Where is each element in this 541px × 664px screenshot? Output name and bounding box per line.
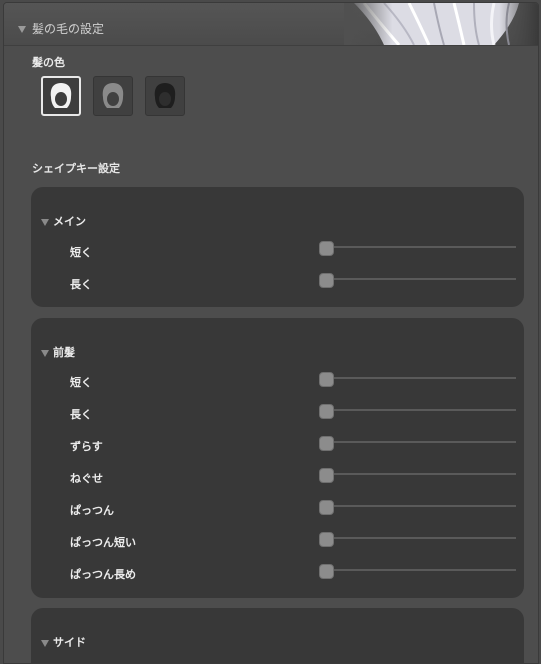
slider-track[interactable] [326,505,516,507]
slider-track[interactable] [326,569,516,571]
panel-title-text: サイド [53,636,86,649]
slider-label: ねぐせ [70,472,103,485]
slider-label: 短く [70,376,92,389]
slider-label: ぱっつん長め [70,568,136,581]
shape-key-panel-bangs: 前髪 短く 長く ずらす ねぐせ ぱっつん ぱっつん短い ぱっつん長め [31,318,524,598]
slider-handle[interactable] [319,273,334,288]
section-title-text: 髪の毛の設定 [32,22,105,36]
hair-color-swatch-gray[interactable] [93,76,133,116]
slider-label: ぱっつん [70,504,114,517]
panel-title-side[interactable]: サイド [41,634,86,650]
slider-handle[interactable] [319,372,334,387]
slider-label: 短く [70,246,92,259]
slider-track[interactable] [326,473,516,475]
hair-black-icon [154,83,176,108]
hair-color-swatch-black[interactable] [145,76,185,116]
hair-preview-image [344,3,538,45]
panel-title-text: メイン [53,215,86,228]
hair-white-icon [50,83,72,108]
slider-handle[interactable] [319,436,334,451]
slider-label: ぱっつん短い [70,536,136,549]
slider-track[interactable] [326,537,516,539]
hair-color-swatch-white[interactable] [41,76,81,116]
panel-title-text: 前髪 [53,346,75,359]
collapse-triangle-icon [41,639,49,647]
slider-handle[interactable] [319,500,334,515]
section-header-title[interactable]: 髪の毛の設定 [18,20,104,37]
panel-title-bangs[interactable]: 前髪 [41,344,75,360]
slider-track[interactable] [326,409,516,411]
shape-key-panel-main: メイン 短く 長く [31,187,524,307]
shape-key-settings-label: シェイプキー設定 [32,162,120,175]
slider-label: 長く [70,278,92,291]
slider-handle[interactable] [319,404,334,419]
slider-handle[interactable] [319,241,334,256]
section-header[interactable]: 髪の毛の設定 [4,3,538,46]
slider-track[interactable] [326,441,516,443]
hair-settings-window: 髪の毛の設定 髪の色 シェイプキー設定 メイン 短く 長く 前髪 短く 長く ず… [3,2,539,664]
slider-handle[interactable] [319,564,334,579]
slider-label: ずらす [70,440,103,453]
slider-handle[interactable] [319,468,334,483]
slider-track[interactable] [326,377,516,379]
hair-color-label: 髪の色 [32,56,65,69]
slider-handle[interactable] [319,532,334,547]
slider-label: 長く [70,408,92,421]
slider-track[interactable] [326,246,516,248]
slider-track[interactable] [326,278,516,280]
collapse-triangle-icon [18,26,26,33]
panel-title-main[interactable]: メイン [41,213,86,229]
hair-gray-icon [102,83,124,108]
collapse-triangle-icon [41,218,49,226]
collapse-triangle-icon [41,349,49,357]
shape-key-panel-side: サイド [31,608,524,663]
